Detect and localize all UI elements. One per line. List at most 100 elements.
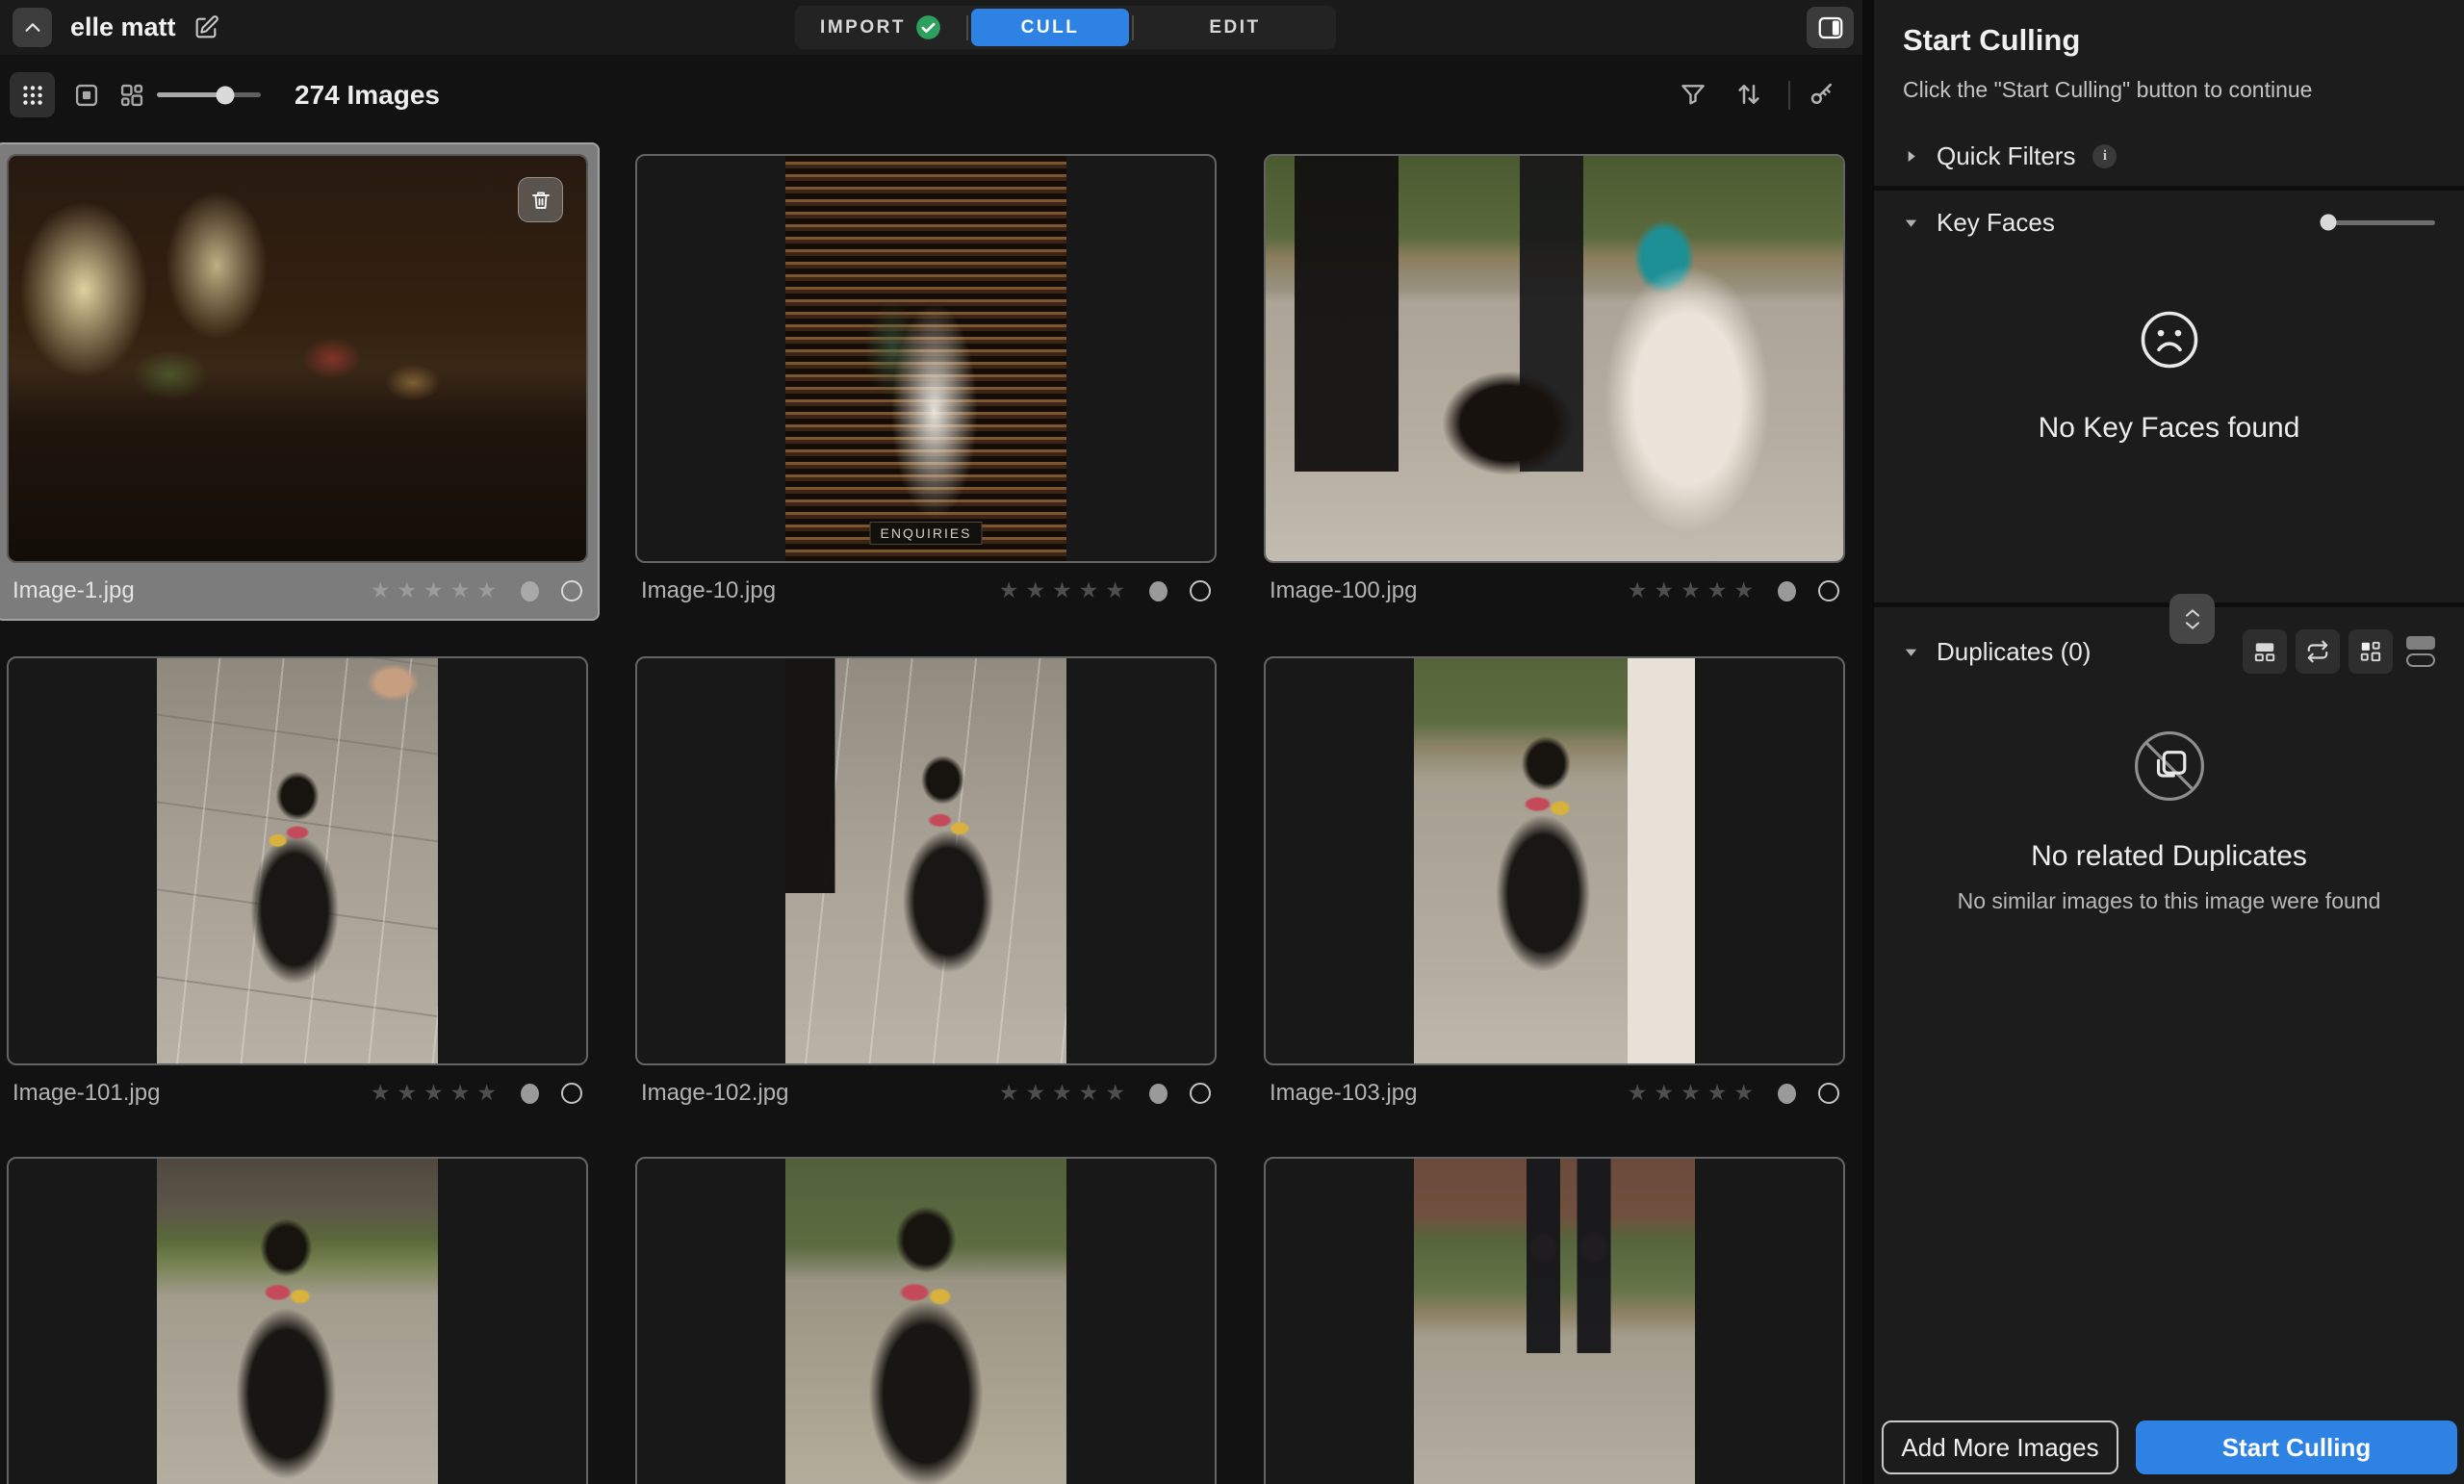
photo-dog-sitting [157,1159,438,1484]
star-icon [1733,579,1754,602]
color-tag-dot[interactable] [1778,1084,1796,1104]
duplicates-stack-view-button[interactable] [2243,629,2287,674]
star-rating[interactable] [999,579,1125,602]
panel-toggle-icon [1816,13,1845,42]
selection-circle[interactable] [561,580,582,601]
delete-image-button[interactable] [518,177,563,222]
filter-button[interactable] [1679,80,1707,109]
star-icon [371,1082,391,1105]
quick-filters-header[interactable]: Quick Filters i [1874,126,2464,186]
photo-dog-walking [157,658,438,1063]
image-filename: Image-10.jpg [641,577,776,604]
view-single-button[interactable] [64,72,109,117]
chevron-down-icon [2185,621,2200,630]
info-icon[interactable]: i [2092,144,2117,168]
tab-cull[interactable]: CULL [968,6,1132,49]
star-icon [371,579,391,602]
star-icon [424,579,444,602]
star-icon [1733,1082,1754,1105]
photo-thumbnail[interactable] [1264,1157,1845,1484]
color-tag-dot[interactable] [1149,1084,1168,1104]
workflow-tabbar: IMPORT CULL EDIT [795,6,1336,49]
photo-thumbnail[interactable] [7,154,588,563]
photo-thumbnail[interactable] [1264,656,1845,1065]
image-card[interactable]: Image-102.jpg [635,656,1217,1121]
selection-circle[interactable] [1190,580,1211,601]
thumbnail-size-slider-thumb[interactable] [217,86,235,104]
star-icon [424,1082,444,1105]
star-icon [1079,1082,1099,1105]
start-culling-button[interactable]: Start Culling [2136,1420,2457,1474]
selection-circle[interactable] [561,1083,582,1104]
chevron-up-icon [2185,608,2200,618]
pill-outline [2406,653,2435,667]
duplicates-list-view-icon[interactable] [2406,636,2435,667]
photo-thumbnail[interactable] [7,1157,588,1484]
star-icon [398,1082,418,1105]
star-rating[interactable] [1628,1082,1754,1105]
color-tag-dot[interactable] [521,1084,539,1104]
sort-button[interactable] [1734,80,1763,109]
tab-cull-label: CULL [1021,17,1080,38]
star-icon [1052,1082,1072,1105]
view-grid-button[interactable] [10,72,55,117]
image-card[interactable]: ENQUIRIES Image-10.jpg [635,154,1217,621]
color-tag-dot[interactable] [1778,581,1796,601]
image-card[interactable]: Image-101.jpg [7,656,588,1121]
key-faces-section: Key Faces No Key Faces found [1874,191,2464,602]
grid-toolbar: 274 Images [0,55,1862,135]
tab-import[interactable]: IMPORT [795,6,966,49]
star-rating[interactable] [371,579,497,602]
add-more-images-button[interactable]: Add More Images [1882,1420,2118,1474]
key-faces-slider[interactable] [2322,220,2435,225]
panel-resize-handle[interactable] [2169,594,2215,644]
edit-project-name-button[interactable] [192,14,219,41]
photo-thumbnail[interactable] [635,1157,1217,1484]
image-count-label: 274 Images [295,80,440,111]
view-mosaic-button[interactable] [109,72,154,117]
star-icon [1707,579,1728,602]
selection-circle[interactable] [1190,1083,1211,1104]
no-duplicates-icon [1874,725,2464,807]
photo-thumbnail[interactable] [7,656,588,1065]
sidebar-toggle-button[interactable] [1807,7,1854,48]
star-icon [1681,1082,1701,1105]
key-faces-header[interactable]: Key Faces [1874,191,2464,254]
selection-circle[interactable] [1818,580,1839,601]
image-card[interactable] [635,1157,1217,1484]
star-rating[interactable] [999,1082,1125,1105]
toolbar-divider [1788,81,1790,110]
duplicates-grid-view-button[interactable] [2348,629,2393,674]
sad-face-icon [1874,308,2464,371]
star-icon [999,1082,1019,1105]
image-card[interactable]: Image-103.jpg [1264,656,1845,1121]
thumbnail-size-slider[interactable] [157,92,261,97]
duplicates-empty-title: No related Duplicates [1874,840,2464,873]
trash-icon [529,189,552,212]
star-icon [1105,1082,1125,1105]
image-card[interactable] [1264,1157,1845,1484]
keyboard-shortcuts-button[interactable] [1808,80,1836,109]
photo-dog-beside-dress [1414,658,1695,1063]
star-rating[interactable] [371,1082,497,1105]
star-rating[interactable] [1628,579,1754,602]
tab-edit[interactable]: EDIT [1134,6,1336,49]
duplicates-loop-button[interactable] [2296,629,2340,674]
single-view-icon [73,82,100,109]
image-card[interactable]: Image-100.jpg [1264,154,1845,621]
star-icon [1707,1082,1728,1105]
photo-thumbnail[interactable]: ENQUIRIES [635,154,1217,563]
key-faces-slider-thumb[interactable] [2321,215,2337,231]
selection-circle[interactable] [1818,1083,1839,1104]
image-card[interactable] [7,1157,588,1484]
color-tag-dot[interactable] [521,581,539,601]
pill-filled [2406,636,2435,650]
collapse-header-button[interactable] [13,8,52,47]
photo-dog-closeup [785,1159,1066,1484]
photo-thumbnail[interactable] [1264,154,1845,563]
image-card[interactable]: Image-1.jpg [0,142,600,621]
photo-thumbnail[interactable] [635,656,1217,1065]
color-tag-dot[interactable] [1149,581,1168,601]
image-filename: Image-101.jpg [13,1080,160,1107]
chevron-right-icon [1903,148,1919,165]
